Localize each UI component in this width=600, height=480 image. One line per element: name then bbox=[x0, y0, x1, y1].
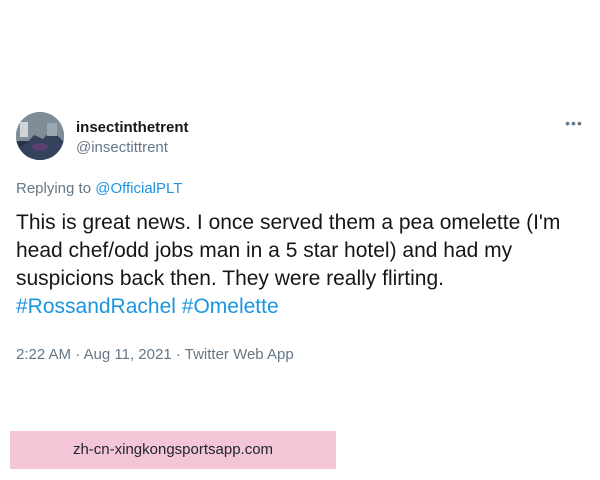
tweet-text: This is great news. I once served them a… bbox=[16, 209, 576, 321]
tweet-card: insectinthetrent @insectittrent ••• Repl… bbox=[16, 112, 584, 363]
page: insectinthetrent @insectittrent ••• Repl… bbox=[0, 0, 600, 480]
display-name[interactable]: insectinthetrent bbox=[76, 118, 189, 137]
username-handle[interactable]: @insectittrent bbox=[76, 138, 189, 157]
hashtag-rossandrachel-link[interactable]: #RossandRachel bbox=[16, 295, 176, 318]
more-horizontal-icon[interactable]: ••• bbox=[564, 116, 584, 130]
hashtag-omelette-link[interactable]: #Omelette bbox=[182, 295, 279, 318]
tweet-header: insectinthetrent @insectittrent ••• bbox=[16, 112, 584, 164]
replying-to-line: Replying to @OfficialPLT bbox=[16, 180, 182, 197]
tweet-body-text: This is great news. I once served them a… bbox=[16, 211, 561, 290]
tweet-timestamp-source[interactable]: 2:22 AM · Aug 11, 2021 · Twitter Web App bbox=[16, 346, 294, 363]
replying-to-mention-link[interactable]: @OfficialPLT bbox=[95, 180, 182, 197]
avatar[interactable] bbox=[16, 112, 64, 160]
tweet-author-names: insectinthetrent @insectittrent bbox=[76, 118, 189, 157]
watermark-label: zh-cn-xingkongsportsapp.com bbox=[10, 431, 336, 469]
replying-to-label: Replying to bbox=[16, 180, 96, 197]
